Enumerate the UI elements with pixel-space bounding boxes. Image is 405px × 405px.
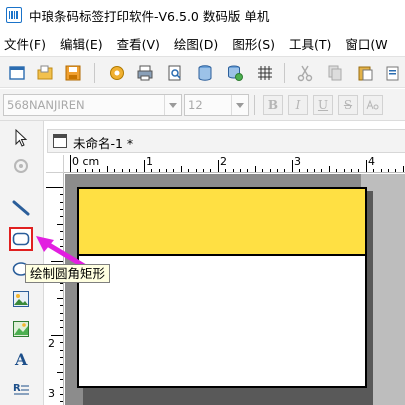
svg-text:A: A — [14, 350, 28, 368]
database-settings-icon[interactable] — [224, 62, 246, 84]
ruler-label: 3 — [294, 155, 301, 168]
menu-window[interactable]: 窗口(W — [345, 34, 387, 53]
yellow-rectangle-shape[interactable] — [79, 189, 365, 256]
text-effect-icon[interactable] — [363, 95, 383, 115]
app-barcode-icon — [6, 7, 22, 23]
ruler-label: 3 — [48, 387, 55, 400]
menu-tools[interactable]: 工具(T) — [289, 34, 331, 53]
ruler-label: 2 — [48, 337, 55, 350]
window-title: 中琅条码标签打印软件-V6.5.0 数码版 单机 — [29, 8, 270, 24]
svg-text:R: R — [13, 383, 21, 394]
vertical-ruler-ticks — [46, 187, 63, 402]
horizontal-ruler-ticks — [70, 155, 404, 172]
menu-file[interactable]: 文件(F) — [4, 34, 46, 53]
font-size-value: 12 — [188, 98, 203, 112]
toolbar-separator — [254, 95, 255, 115]
main-toolbar — [0, 56, 405, 88]
line-tool-icon[interactable] — [9, 196, 33, 220]
rich-text-tool-icon[interactable]: R — [9, 377, 33, 401]
database-icon[interactable] — [194, 62, 216, 84]
document-tab[interactable]: 未命名-1 * — [47, 129, 405, 153]
menu-shape[interactable]: 图形(S) — [232, 34, 275, 53]
print-icon[interactable] — [134, 62, 156, 84]
menu-draw[interactable]: 绘图(D) — [174, 34, 218, 53]
ruler-label: 0 cm — [72, 155, 100, 168]
image-tool-icon[interactable] — [9, 287, 33, 311]
new-file-icon[interactable] — [6, 62, 28, 84]
ruler-label: 4 — [368, 155, 375, 168]
open-file-icon[interactable] — [34, 62, 56, 84]
menu-bar: 文件(F) 编辑(E) 查看(V) 绘图(D) 图形(S) 工具(T) 窗口(W — [0, 30, 405, 56]
settings-icon[interactable] — [106, 62, 128, 84]
chevron-down-icon[interactable] — [231, 95, 248, 115]
font-name-select[interactable]: 568NANJIREN — [3, 94, 182, 116]
ruler-label: 1 — [146, 155, 153, 168]
font-name-value: 568NANJIREN — [7, 98, 85, 112]
font-size-select[interactable]: 12 — [184, 94, 249, 116]
document-window-icon — [53, 134, 67, 148]
paste-icon[interactable] — [354, 62, 376, 84]
toolbar-separator — [94, 63, 95, 83]
bold-button[interactable]: B — [263, 95, 283, 115]
ruler-label: 2 — [220, 155, 227, 168]
copy-icon[interactable] — [324, 62, 346, 84]
label-page[interactable] — [77, 187, 367, 388]
rotate-icon[interactable] — [9, 154, 33, 178]
design-canvas[interactable] — [65, 174, 405, 405]
picture-tool-icon[interactable] — [9, 317, 33, 341]
horizontal-ruler: 0 cm 1 2 3 4 — [64, 155, 405, 173]
ruler-corner — [46, 155, 64, 173]
strikethrough-button[interactable]: S — [338, 95, 358, 115]
toolbar-separator — [284, 63, 285, 83]
menu-view[interactable]: 查看(V) — [117, 34, 160, 53]
grid-icon[interactable] — [254, 62, 276, 84]
menu-edit[interactable]: 编辑(E) — [60, 34, 103, 53]
cut-icon[interactable] — [294, 62, 316, 84]
select-pointer-icon[interactable] — [9, 126, 33, 150]
save-icon[interactable] — [62, 62, 84, 84]
more-icon[interactable] — [382, 62, 404, 84]
chevron-down-icon[interactable] — [164, 95, 181, 115]
document-tab-title: 未命名-1 * — [73, 136, 134, 151]
italic-button[interactable]: I — [288, 95, 308, 115]
format-toolbar: 568NANJIREN 12 B I U S — [0, 89, 405, 121]
text-tool-icon[interactable]: A — [9, 347, 33, 371]
print-preview-icon[interactable] — [164, 62, 186, 84]
vertical-ruler: 1 2 3 — [46, 173, 64, 405]
underline-button[interactable]: U — [313, 95, 333, 115]
tooltip: 绘制圆角矩形 — [25, 264, 111, 283]
title-bar: 中琅条码标签打印软件-V6.5.0 数码版 单机 — [0, 0, 405, 30]
